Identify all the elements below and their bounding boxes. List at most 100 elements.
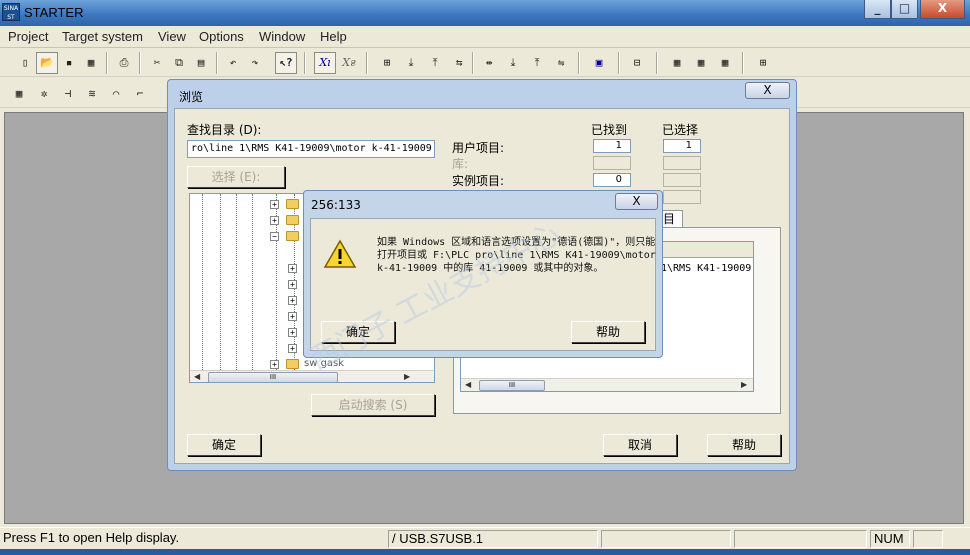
minimize-button[interactable]: _ [864, 0, 891, 19]
project-navigator-icon[interactable]: ⊟ [626, 52, 648, 74]
browse-dialog-title: 浏览 [179, 90, 204, 104]
browse-help-button[interactable]: 帮助 [707, 434, 781, 456]
tree-horizontal-scrollbar[interactable]: ◀ III ▶ [190, 370, 434, 382]
browse-close-button[interactable]: X [745, 82, 790, 99]
tree-expand-icon[interactable]: + [288, 280, 297, 289]
message-text: 如果 Windows 区域和语言选项设置为"德语(德国)"，则只能打开项目或 F… [377, 237, 656, 274]
cut-icon[interactable]: ✂ [146, 52, 168, 74]
save-icon[interactable]: ▪ [58, 52, 80, 74]
status-panel-empty-1 [601, 530, 731, 548]
connect-icon[interactable]: ⊞ [376, 52, 398, 74]
message-box-close-button[interactable]: X [615, 193, 658, 210]
status-panel-empty-2 [734, 530, 867, 548]
target-compare-icon[interactable]: ⇋ [550, 52, 572, 74]
menu-project[interactable]: Project [8, 29, 48, 44]
multiproject-selected [663, 190, 701, 204]
tree-item-label[interactable]: sw gask [304, 358, 344, 369]
tree-collapse-icon[interactable]: − [270, 232, 279, 241]
scroll-left-icon[interactable]: ◀ [194, 372, 200, 381]
scroll-thumb[interactable]: III [479, 380, 545, 391]
upload-icon[interactable]: ⤒ [424, 52, 446, 74]
tree-expand-icon[interactable]: + [288, 264, 297, 273]
library-selected [663, 156, 701, 170]
start-search-button[interactable]: 启动搜索 (S) [311, 394, 435, 416]
taskbar-strip [0, 549, 970, 555]
status-interface: / USB.S7USB.1 [388, 530, 598, 548]
app-icon: SINA ST [2, 3, 20, 21]
download-icon[interactable]: ⤓ [400, 52, 422, 74]
folder-icon [286, 231, 299, 241]
tree-expand-icon[interactable]: + [288, 344, 297, 353]
menu-bar: Project Target system View Options Windo… [0, 26, 970, 48]
scroll-right-icon[interactable]: ▶ [741, 380, 747, 389]
search-dir-input[interactable]: ro\line 1\RMS K41-19009\motor k-41-19009 [187, 140, 435, 158]
compare-icon[interactable]: ⇆ [448, 52, 470, 74]
selected-header: 已选择 [662, 123, 699, 137]
message-box-body: 如果 Windows 区域和语言选项设置为"德语(德国)"，则只能打开项目或 F… [310, 218, 656, 351]
browse-cancel-button[interactable]: 取消 [603, 434, 677, 456]
menu-target-system[interactable]: Target system [62, 29, 143, 44]
library-label: 库: [452, 157, 469, 171]
expert-list-icon[interactable]: Xı [314, 52, 336, 74]
tree-expand-icon[interactable]: + [270, 360, 279, 369]
trace-icon[interactable]: ⌐ [129, 83, 151, 105]
scroll-left-icon[interactable]: ◀ [465, 380, 471, 389]
undo-icon[interactable]: ↶ [222, 52, 244, 74]
tree-expand-icon[interactable]: + [270, 200, 279, 209]
wave-icon[interactable]: ≋ [81, 83, 103, 105]
tree-expand-icon[interactable]: + [288, 312, 297, 321]
message-ok-button[interactable]: 确定 [321, 321, 395, 343]
gear-icon[interactable]: ✲ [33, 83, 55, 105]
user-projects-found: 1 [593, 139, 631, 153]
folder-icon [286, 215, 299, 225]
menu-view[interactable]: View [158, 29, 186, 44]
view-1-icon[interactable]: ▦ [690, 52, 712, 74]
example-projects-selected [663, 173, 701, 187]
results-list-item[interactable]: 1\RMS K41-19009 [661, 263, 751, 274]
warning-icon [323, 239, 357, 268]
results-horizontal-scrollbar[interactable]: ◀ III ▶ [461, 378, 753, 391]
io-icon[interactable]: ⊣ [57, 83, 79, 105]
tree-expand-icon[interactable]: + [270, 216, 279, 225]
paste-icon[interactable]: ▤ [190, 52, 212, 74]
split-icon[interactable]: ⇹ [478, 52, 500, 74]
message-box: 256:133 X 如果 Windows 区域和语言选项设置为"德语(德国)"，… [303, 190, 663, 358]
menu-window[interactable]: Window [259, 29, 305, 44]
scroll-thumb[interactable]: III [208, 372, 338, 382]
new-icon[interactable]: ▯ [14, 52, 36, 74]
menu-help[interactable]: Help [320, 29, 347, 44]
message-box-title: 256:133 [311, 198, 361, 212]
browse-ok-button[interactable]: 确定 [187, 434, 261, 456]
status-help-text: Press F1 to open Help display. [3, 530, 180, 545]
search-dir-label: 查找目录 (D): [187, 123, 262, 137]
expert-list-alt-icon[interactable]: Xғ [338, 52, 360, 74]
copy-icon[interactable]: ⧉ [168, 52, 190, 74]
scroll-right-icon[interactable]: ▶ [404, 372, 410, 381]
open-icon[interactable]: 📂 [36, 52, 58, 74]
folder-icon [286, 199, 299, 209]
status-num-indicator: NUM [870, 530, 910, 548]
tree-expand-icon[interactable]: + [288, 296, 297, 305]
print-icon[interactable]: ⎙ [113, 52, 135, 74]
target-upload-icon[interactable]: ⤒ [526, 52, 548, 74]
redo-icon[interactable]: ↷ [244, 52, 266, 74]
grid-icon[interactable]: ▦ [8, 83, 30, 105]
select-button[interactable]: 选择 (E): [187, 166, 285, 188]
context-help-icon[interactable]: ↖? [275, 52, 297, 74]
user-projects-selected: 1 [663, 139, 701, 153]
tree-expand-icon[interactable]: + [288, 328, 297, 337]
user-projects-label: 用户项目: [452, 141, 505, 155]
message-help-button[interactable]: 帮助 [571, 321, 645, 343]
menu-options[interactable]: Options [199, 29, 244, 44]
save-compile-icon[interactable]: ▦ [80, 52, 102, 74]
curve-icon[interactable]: ⌒ [105, 83, 127, 105]
view-2-icon[interactable]: ▦ [714, 52, 736, 74]
example-projects-label: 实例项目: [452, 174, 505, 188]
device-config-icon[interactable]: ▦ [666, 52, 688, 74]
found-header: 已找到 [591, 123, 628, 137]
maximize-button[interactable]: □ [891, 0, 918, 19]
network-icon[interactable]: ⊞ [752, 52, 774, 74]
target-download-icon[interactable]: ⤓ [502, 52, 524, 74]
accessible-nodes-icon[interactable]: ▣ [588, 52, 610, 74]
close-button[interactable]: X [920, 0, 965, 19]
